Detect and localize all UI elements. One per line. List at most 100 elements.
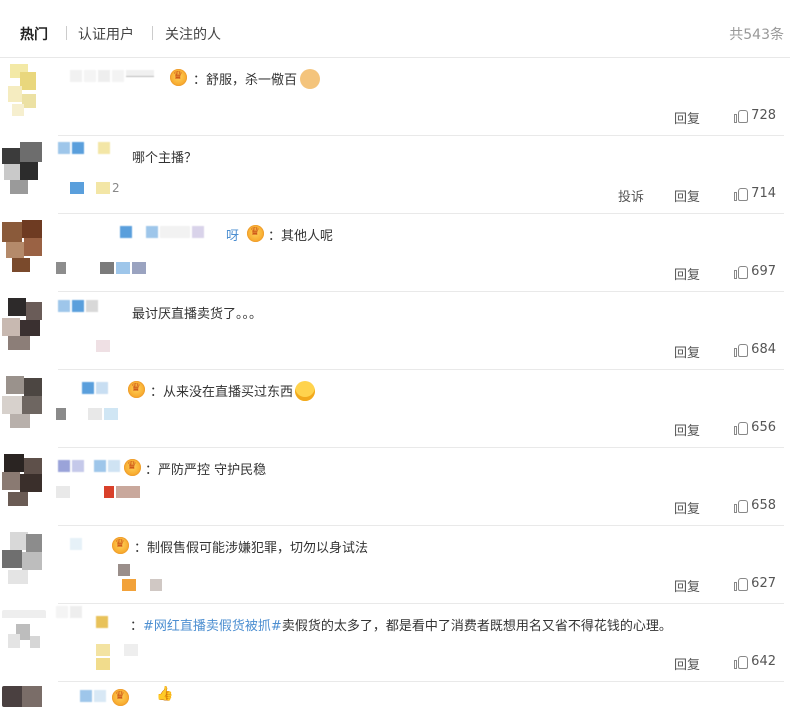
like-count: 714	[751, 186, 776, 201]
comment-item: ：严防严控 守护民稳 回复 658	[0, 448, 790, 526]
username-blurred[interactable]	[58, 300, 110, 314]
reply-button[interactable]: 回复	[674, 654, 700, 673]
like-count: 684	[751, 342, 776, 357]
avatar[interactable]	[2, 454, 46, 506]
like-button[interactable]: 714	[734, 186, 776, 201]
username-blurred[interactable]	[120, 226, 210, 240]
report-button[interactable]: 投诉	[618, 186, 644, 205]
comment-meta-number: 2	[112, 181, 120, 195]
comment-meta-blurred	[56, 486, 142, 498]
thumbs-up-emoji-icon: 👍	[156, 686, 174, 702]
like-count: 728	[751, 108, 776, 123]
comment-item: 最讨厌直播卖货了。。。 回复 684	[0, 292, 790, 370]
comment-meta-blurred: 2	[70, 182, 120, 194]
reply-button[interactable]: 回复	[674, 186, 700, 205]
reply-button[interactable]: 回复	[674, 342, 700, 361]
avatar[interactable]	[2, 220, 46, 272]
comment-text: ：制假售假可能涉嫌犯罪，切勿以身试法	[134, 537, 368, 556]
comment-body: 舒服，杀一儆百	[206, 73, 298, 88]
avatar[interactable]	[2, 298, 46, 350]
thumbs-up-icon	[734, 109, 749, 123]
avatar[interactable]	[2, 142, 46, 194]
comment-text: ：#网红直播卖假货被抓#卖假货的太多了，都是看中了消费者既想用名又省不得花钱的心…	[130, 615, 672, 634]
comment-meta-blurred	[96, 658, 112, 670]
reply-button[interactable]: 回复	[674, 498, 700, 517]
comment-text: ：严防严控 守护民稳	[145, 459, 266, 478]
comment-body: 制假售假可能涉嫌犯罪，切勿以身试法	[147, 541, 369, 556]
like-button[interactable]: 728	[734, 108, 776, 123]
tab-divider	[152, 26, 153, 40]
comment-text-prefix: ：	[145, 463, 159, 478]
comment-text: 哪个主播？	[132, 147, 197, 166]
avatar[interactable]	[2, 610, 46, 662]
username-blurred[interactable]	[80, 690, 110, 704]
like-button[interactable]: 697	[734, 264, 776, 279]
comment-item: ：舒服，杀一儆百 回复 728	[0, 58, 790, 136]
comment-tabs: 热门 认证用户 关注的人 共543条	[0, 0, 790, 58]
comment-panel: 热门 认证用户 关注的人 共543条 ：舒服，杀一儆百 回复 728	[0, 0, 790, 707]
username-blurred[interactable]	[82, 382, 112, 396]
comment-body: 从来没在直播买过东西	[163, 385, 294, 400]
like-button[interactable]: 642	[734, 654, 776, 669]
comment-body: 其他人呢	[281, 229, 334, 244]
comment-text-prefix: ：	[130, 619, 144, 634]
topic-hashtag-link[interactable]: #网红直播卖假货被抓#	[143, 619, 282, 634]
comment-item: ：#网红直播卖假货被抓#卖假货的太多了，都是看中了消费者既想用名又省不得花钱的心…	[0, 604, 790, 682]
tab-following[interactable]: 关注的人	[165, 24, 221, 44]
comment-text: ：从来没在直播买过东西	[150, 381, 316, 401]
cat-emoji-icon	[300, 69, 321, 89]
comment-body: 最讨厌直播卖货了。。。	[132, 307, 263, 322]
thumbs-up-icon	[734, 655, 749, 669]
comment-text: ：舒服，杀一儆百	[193, 69, 321, 89]
comment-item: 👍	[0, 682, 790, 707]
like-count: 642	[751, 654, 776, 669]
tab-verified[interactable]: 认证用户	[78, 24, 134, 44]
username-blurred[interactable]	[58, 460, 124, 474]
comment-meta-blurred	[96, 340, 112, 352]
like-count: 697	[751, 264, 776, 279]
reply-button[interactable]: 回复	[674, 576, 700, 595]
vip-badge-icon	[124, 459, 141, 476]
vip-badge-icon	[128, 381, 145, 398]
comment-body: 严防严控 守护民稳	[158, 463, 267, 478]
reply-button[interactable]: 回复	[674, 108, 700, 127]
avatar[interactable]	[2, 376, 46, 428]
username-blurred[interactable]	[70, 70, 160, 84]
vip-badge-icon	[170, 69, 187, 86]
thumbs-up-icon	[734, 499, 749, 513]
avatar[interactable]	[2, 686, 46, 707]
tab-hot[interactable]: 热门	[20, 24, 48, 44]
comment-item: ：从来没在直播买过东西 回复 656	[0, 370, 790, 448]
thumbs-up-icon	[734, 187, 749, 201]
comment-item: ：制假售假可能涉嫌犯罪，切勿以身试法 回复 627	[0, 526, 790, 604]
avatar[interactable]	[2, 64, 46, 116]
comment-body: 哪个主播？	[132, 151, 198, 166]
comment-meta-blurred	[96, 644, 140, 656]
comment-meta-blurred	[96, 564, 132, 576]
like-button[interactable]: 627	[734, 576, 776, 591]
username-blurred[interactable]	[58, 142, 116, 156]
thumbs-up-icon	[734, 577, 749, 591]
username-blurred[interactable]	[56, 606, 94, 620]
thumbs-up-icon	[734, 421, 749, 435]
comment-text-prefix: ：	[193, 73, 207, 88]
username-blurred[interactable]	[96, 616, 110, 630]
like-count: 627	[751, 576, 776, 591]
comment-meta-blurred	[122, 579, 164, 591]
comment-text-prefix: ：	[150, 385, 164, 400]
like-button[interactable]: 658	[734, 498, 776, 513]
vip-badge-icon	[247, 225, 264, 242]
avatar[interactable]	[2, 532, 46, 584]
username-suffix[interactable]: 呀	[226, 225, 239, 244]
like-button[interactable]: 656	[734, 420, 776, 435]
comment-item: 呀 ：其他人呢 回复 697	[0, 214, 790, 292]
reply-button[interactable]: 回复	[674, 264, 700, 283]
comment-meta-blurred	[56, 408, 120, 420]
comment-text: ：其他人呢	[268, 225, 333, 244]
like-button[interactable]: 684	[734, 342, 776, 357]
username-blurred[interactable]	[70, 538, 90, 552]
comment-text: 最讨厌直播卖货了。。。	[132, 303, 262, 322]
reply-button[interactable]: 回复	[674, 420, 700, 439]
comment-body: 卖假货的太多了，都是看中了消费者既想用名又省不得花钱的心理。	[281, 619, 672, 634]
like-count: 656	[751, 420, 776, 435]
